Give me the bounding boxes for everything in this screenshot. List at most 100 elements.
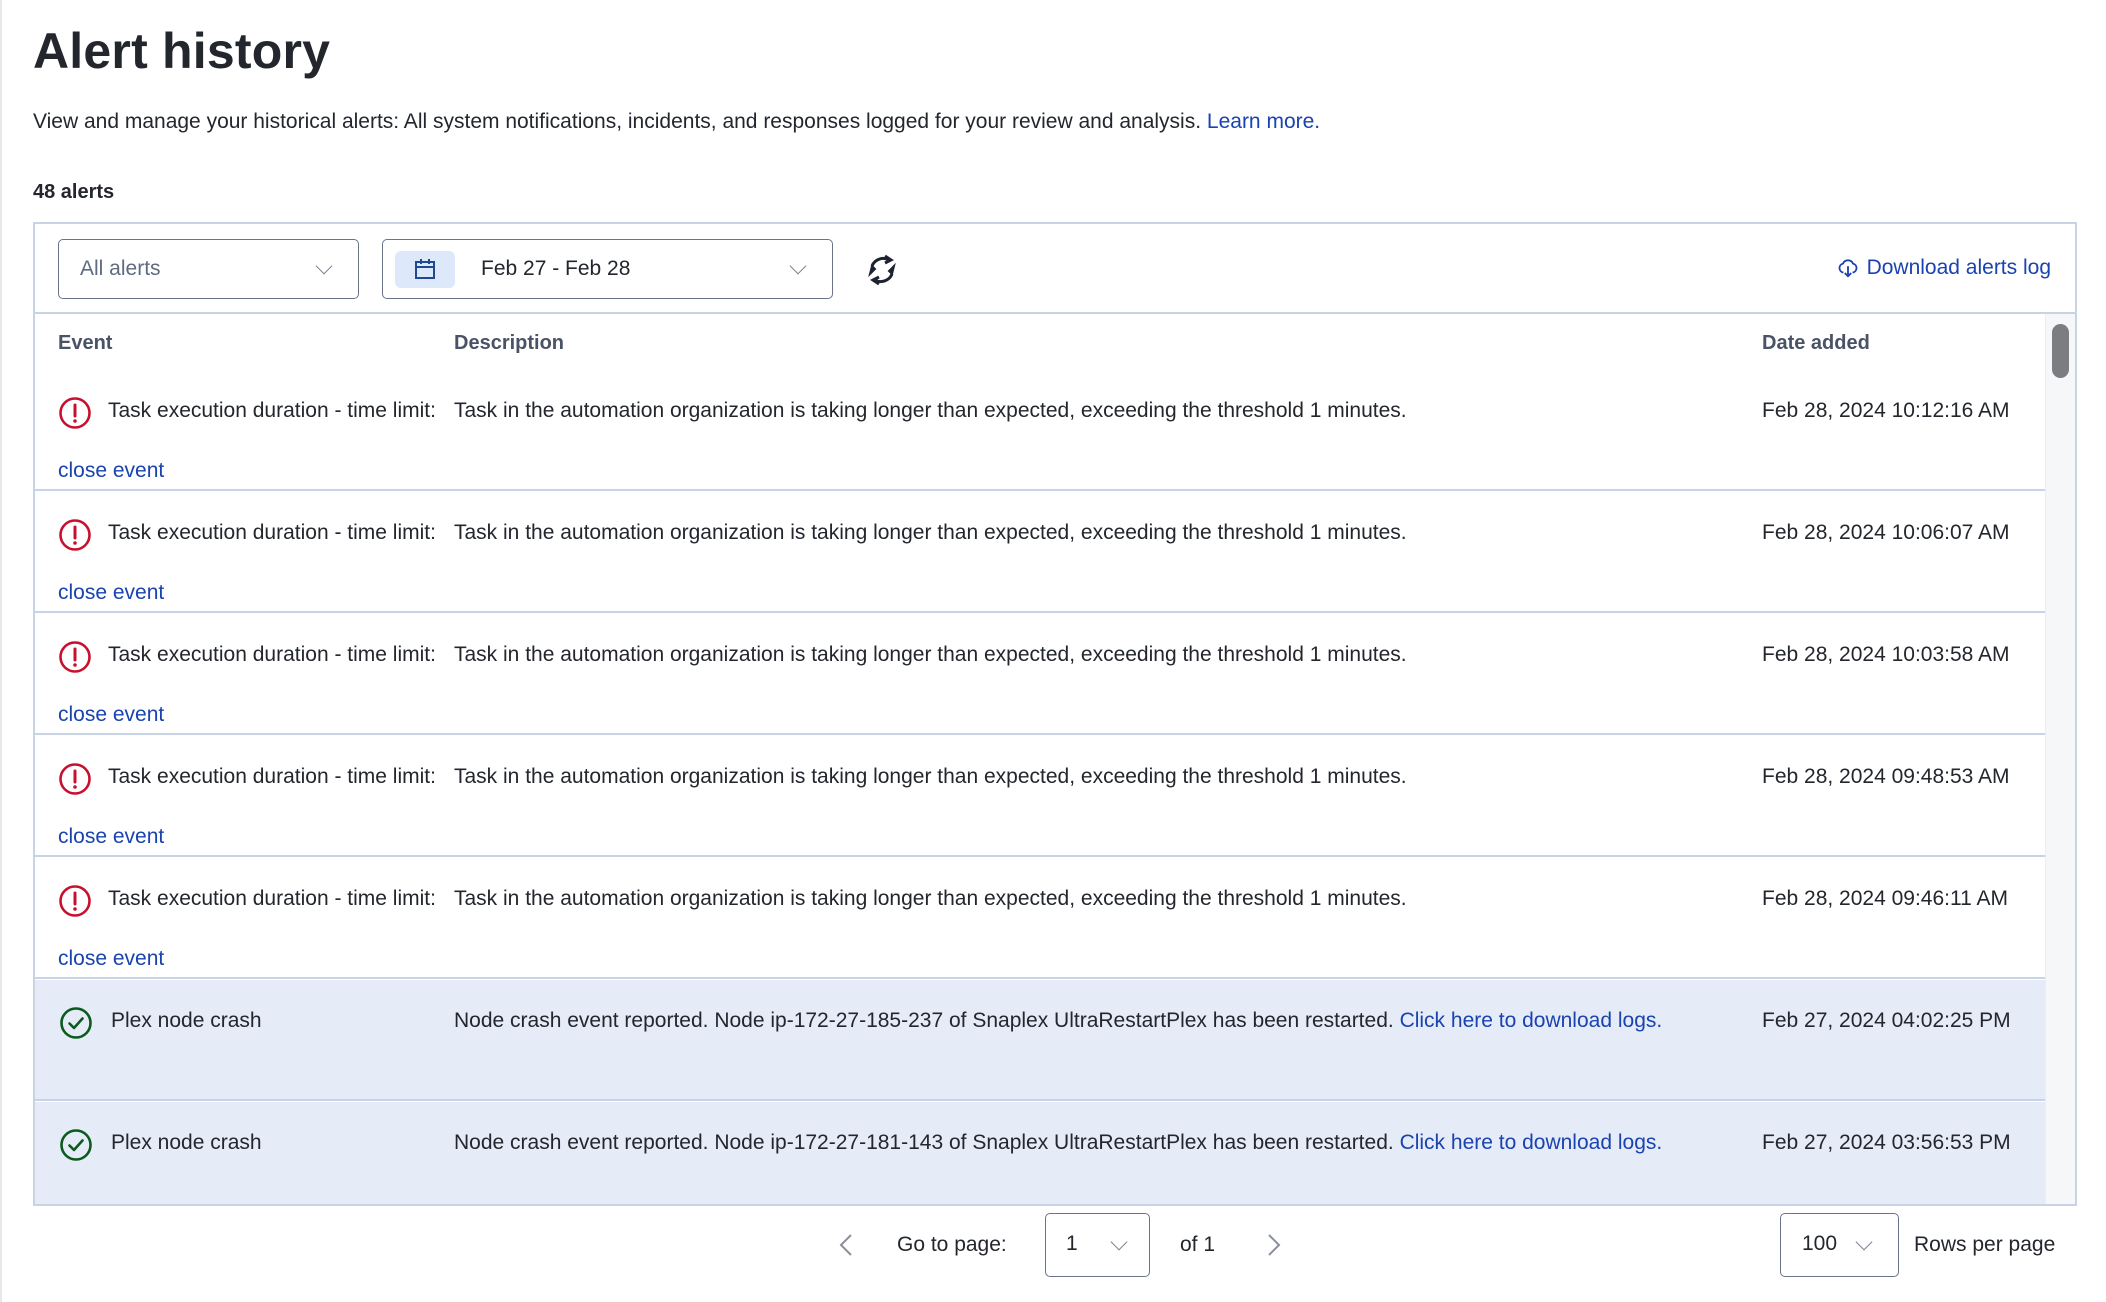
date-range-select[interactable]: Feb 27 - Feb 28 (382, 239, 833, 299)
description-text: Node crash event reported. Node ip-172-2… (454, 1009, 1394, 1032)
chevron-down-icon (315, 257, 333, 275)
date-added-cell: Feb 28, 2024 09:48:53 AM (1762, 765, 2010, 788)
description-text: Task in the automation organization is t… (454, 521, 1407, 544)
event-name: Task execution duration - time limit: (108, 521, 436, 544)
table-row[interactable]: Task execution duration - time limit: cl… (35, 370, 2047, 491)
description-text: Node crash event reported. Node ip-172-2… (454, 1131, 1394, 1154)
close-event-link[interactable]: close event (58, 703, 164, 726)
table-row[interactable]: Task execution duration - time limit: cl… (35, 858, 2047, 979)
description-cell: Node crash event reported. Node ip-172-2… (454, 1113, 1754, 1173)
description-text: Task in the automation organization is t… (454, 765, 1407, 788)
description-cell: Task in the automation organization is t… (454, 503, 1754, 563)
event-text-wrap: Task execution duration - time limit: cl… (58, 381, 448, 501)
table-row[interactable]: Task execution duration - time limit: cl… (35, 492, 2047, 613)
next-page-button[interactable] (1258, 1230, 1288, 1260)
event-cell: Task execution duration - time limit: cl… (58, 516, 448, 623)
chevron-left-icon (839, 1234, 852, 1256)
event-name: Task execution duration - time limit: (108, 643, 436, 666)
go-to-page-label: Go to page: (897, 1233, 1007, 1256)
alert-count: 48 alerts (33, 181, 115, 203)
page-title: Alert history (33, 23, 331, 79)
description-cell: Task in the automation organization is t… (454, 869, 1754, 929)
success-check-icon (59, 1126, 93, 1161)
date-added-cell: Feb 28, 2024 10:06:07 AM (1762, 521, 2010, 544)
error-alert-icon (58, 882, 92, 917)
chevron-right-icon (1268, 1234, 1281, 1256)
learn-more-link[interactable]: Learn more. (1207, 110, 1320, 133)
rows-per-page-value: 100 (1802, 1232, 1838, 1255)
rows-per-page-select[interactable]: 100 (1780, 1213, 1899, 1277)
table-row[interactable]: Task execution duration - time limit: cl… (35, 614, 2047, 735)
refresh-icon (868, 254, 896, 286)
column-header-description[interactable]: Description (454, 332, 564, 355)
event-text-wrap: Task execution duration - time limit: cl… (58, 503, 448, 623)
error-alert-icon (58, 760, 92, 795)
download-logs-link[interactable]: Click here to download logs. (1400, 1009, 1663, 1032)
page-select[interactable]: 1 (1045, 1213, 1150, 1277)
table-scrollbar[interactable] (2045, 314, 2075, 1204)
page-description-text: View and manage your historical alerts: … (33, 110, 1202, 133)
download-alerts-log-label: Download alerts log (1866, 256, 2051, 279)
event-name: Plex node crash (111, 1131, 262, 1154)
cloud-download-icon (1838, 259, 1857, 278)
date-added-cell: Feb 27, 2024 03:56:53 PM (1762, 1131, 2011, 1154)
event-text-wrap: Task execution duration - time limit: cl… (58, 869, 448, 989)
event-cell: Task execution duration - time limit: cl… (58, 882, 448, 989)
description-text: Task in the automation organization is t… (454, 887, 1407, 910)
event-cell: Task execution duration - time limit: cl… (58, 760, 448, 867)
rows-per-page-label: Rows per page (1914, 1233, 2056, 1256)
chevron-down-icon (1855, 1233, 1873, 1251)
download-alerts-log-button[interactable]: Download alerts log (1837, 256, 2051, 280)
success-check-icon (59, 1004, 93, 1039)
page-left-border (0, 0, 2, 1302)
event-name: Task execution duration - time limit: (108, 887, 436, 910)
event-cell: Task execution duration - time limit: cl… (58, 394, 448, 501)
column-header-date-added[interactable]: Date added (1762, 332, 1870, 355)
table-row[interactable]: Plex node crash Node crash event reporte… (35, 1102, 2047, 1204)
alert-type-value: All alerts (80, 257, 161, 280)
date-range-value: Feb 27 - Feb 28 (481, 257, 631, 280)
calendar-icon (395, 250, 455, 288)
date-added-cell: Feb 28, 2024 09:46:11 AM (1762, 887, 2008, 910)
error-alert-icon (58, 516, 92, 551)
description-text: Task in the automation organization is t… (454, 399, 1407, 422)
scrollbar-thumb[interactable] (2052, 324, 2069, 378)
event-name: Task execution duration - time limit: (108, 399, 436, 422)
date-added-cell: Feb 27, 2024 04:02:25 PM (1762, 1009, 2011, 1032)
event-cell: Task execution duration - time limit: cl… (58, 638, 448, 745)
event-text-wrap: Task execution duration - time limit: cl… (58, 625, 448, 745)
error-alert-icon (58, 394, 92, 429)
description-cell: Task in the automation organization is t… (454, 747, 1754, 807)
event-cell: Plex node crash (58, 1004, 448, 1051)
refresh-button[interactable] (865, 252, 899, 288)
description-cell: Node crash event reported. Node ip-172-2… (454, 991, 1754, 1051)
description-cell: Task in the automation organization is t… (454, 625, 1754, 685)
error-alert-icon (58, 638, 92, 673)
page-total-label: of 1 (1180, 1233, 1216, 1256)
previous-page-button[interactable] (832, 1230, 862, 1260)
description-text: Task in the automation organization is t… (454, 643, 1407, 666)
date-added-cell: Feb 28, 2024 10:03:58 AM (1762, 643, 2010, 666)
date-added-cell: Feb 28, 2024 10:12:16 AM (1762, 399, 2010, 422)
table-row[interactable]: Task execution duration - time limit: cl… (35, 736, 2047, 857)
download-logs-link[interactable]: Click here to download logs. (1400, 1131, 1663, 1154)
description-cell: Task in the automation organization is t… (454, 381, 1754, 441)
event-text-wrap: Task execution duration - time limit: cl… (58, 747, 448, 867)
table-row[interactable]: Plex node crash Node crash event reporte… (35, 980, 2047, 1101)
chevron-down-icon (1110, 1233, 1128, 1251)
close-event-link[interactable]: close event (58, 825, 164, 848)
alert-type-select[interactable]: All alerts (58, 239, 359, 299)
close-event-link[interactable]: close event (58, 459, 164, 482)
event-name: Plex node crash (111, 1009, 262, 1032)
page-description: View and manage your historical alerts: … (33, 110, 1320, 134)
alerts-panel: All alerts Feb 27 - Feb 28 Download aler… (33, 222, 2077, 1206)
chevron-down-icon (789, 257, 807, 275)
close-event-link[interactable]: close event (58, 947, 164, 970)
event-cell: Plex node crash (58, 1126, 448, 1173)
page-select-value: 1 (1066, 1232, 1078, 1255)
toolbar: All alerts Feb 27 - Feb 28 Download aler… (35, 224, 2075, 314)
close-event-link[interactable]: close event (58, 581, 164, 604)
alerts-table: Event Description Date added Task execut… (35, 314, 2047, 1204)
event-text-wrap: Plex node crash (58, 991, 448, 1051)
column-header-event[interactable]: Event (58, 332, 112, 355)
